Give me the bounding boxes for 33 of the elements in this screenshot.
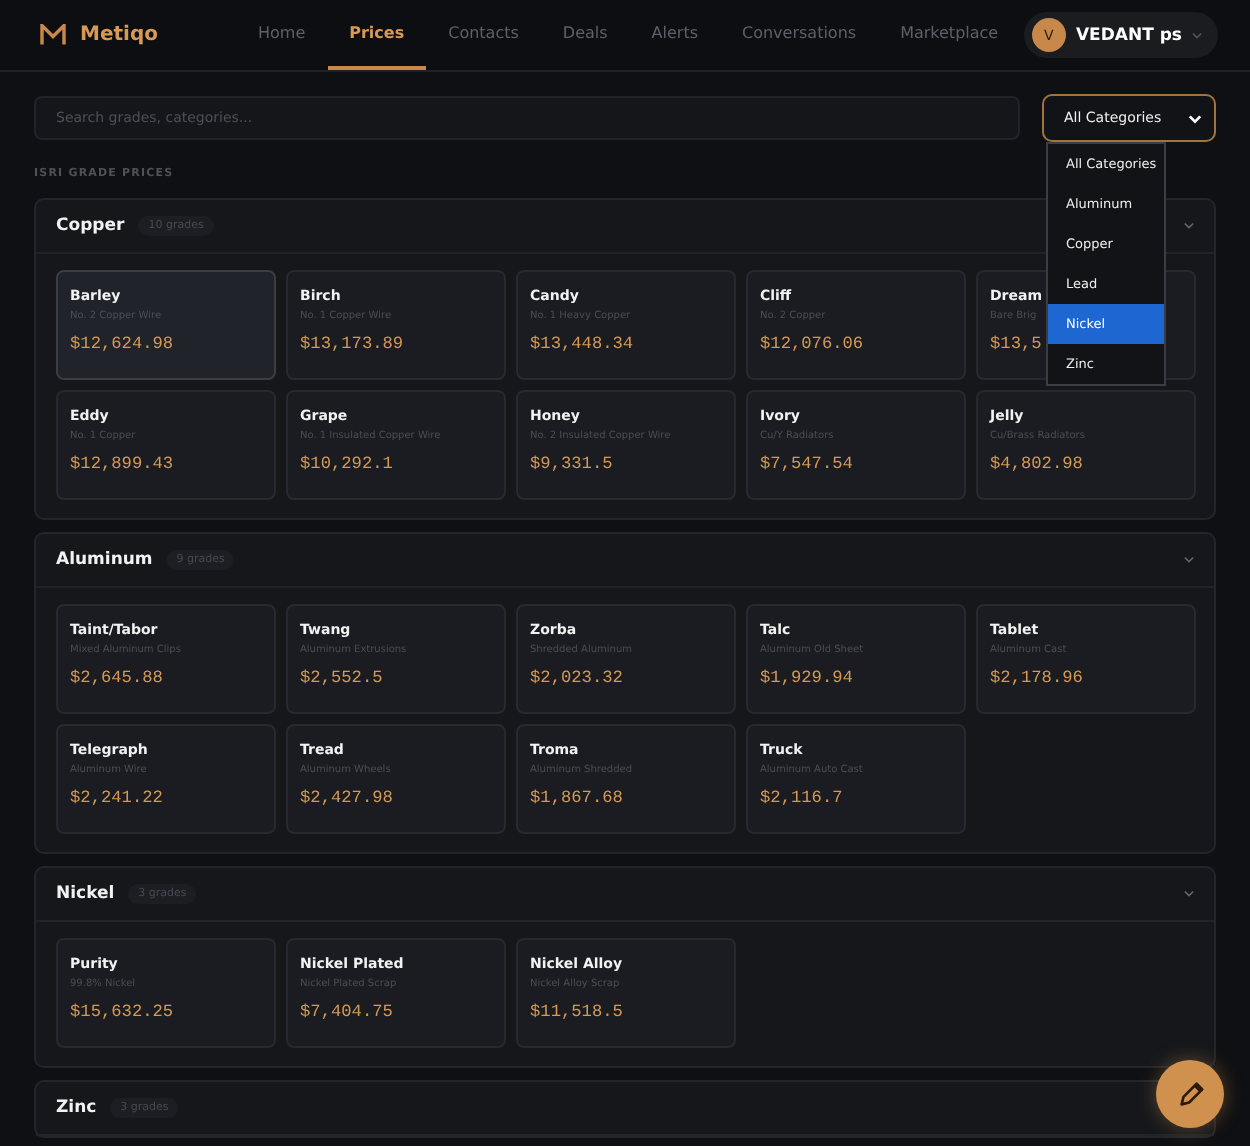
logo-icon	[40, 24, 66, 46]
category-name: Zinc	[56, 1098, 97, 1118]
chevron-down-icon	[1188, 113, 1202, 123]
grade-price: $13,448.34	[530, 334, 636, 354]
grade-price: $1,929.94	[760, 668, 855, 688]
grade-price: $2,552.5	[300, 668, 385, 688]
caret-icon	[1192, 31, 1202, 39]
grade-price: $2,241.22	[70, 788, 165, 808]
nav-tab[interactable]: Prices	[327, 0, 427, 70]
grade-price: $2,178.96	[990, 668, 1085, 688]
category-name: Copper	[56, 216, 125, 236]
grade-price: $11,518.5	[530, 1002, 625, 1022]
grade-price: $12,624.98	[70, 334, 176, 354]
grade-price: $2,645.88	[70, 668, 165, 688]
grade-price: $1,867.68	[530, 788, 625, 808]
category-name: Nickel	[56, 884, 115, 904]
grade-price: $7,547.54	[760, 454, 855, 474]
grade-price: $10,292.1	[300, 454, 395, 474]
grade-price: $7,404.75	[300, 1002, 395, 1022]
grade-price: $13,173.89	[300, 334, 406, 354]
category-name: Aluminum	[56, 550, 153, 570]
grade-price: $2,427.98	[300, 788, 395, 808]
user-name: VEDANT ps	[1075, 25, 1182, 45]
grade-price: $9,331.5	[530, 454, 615, 474]
brand-name: Metiqo	[80, 24, 158, 46]
grade-price: $2,116.7	[760, 788, 845, 808]
grade-price: $12,076.06	[760, 334, 866, 354]
grade-price: $4,802.98	[990, 454, 1085, 474]
grade-price: $15,632.25	[70, 1002, 176, 1022]
grade-price: $12,899.43	[70, 454, 176, 474]
grade-price: $2,023.32	[530, 668, 625, 688]
pencil-icon	[1175, 1079, 1205, 1109]
grade-price: $13,5	[990, 334, 1044, 354]
